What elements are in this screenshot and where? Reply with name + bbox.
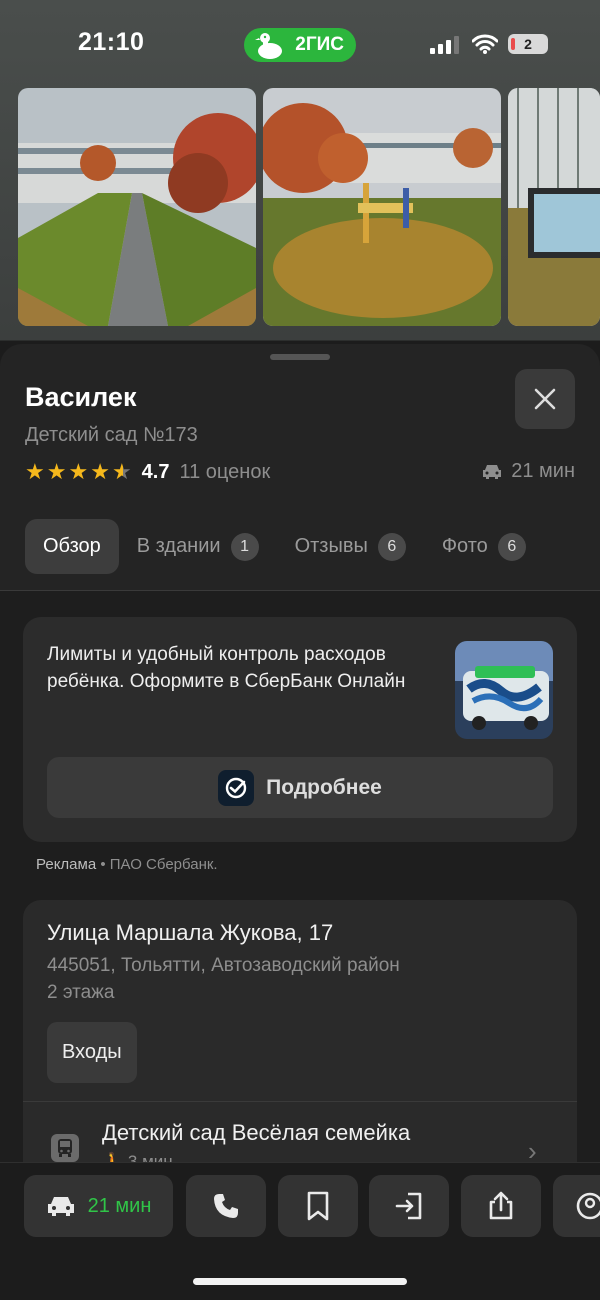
battery-indicator: 2 xyxy=(508,34,548,54)
ad-button-label: Подробнее xyxy=(266,775,382,799)
battery-level: 2 xyxy=(524,36,532,52)
goose-icon xyxy=(255,33,282,59)
app-badge[interactable]: 2ГИС xyxy=(244,28,356,62)
ad-disclaimer: Реклама • ПАО Сбербанк. xyxy=(36,856,218,873)
app-badge-label: 2ГИС xyxy=(295,34,344,55)
address-divider xyxy=(23,1101,577,1102)
photo-gallery[interactable] xyxy=(18,88,600,326)
drive-eta-label: 21 мин xyxy=(511,460,575,482)
drag-handle[interactable] xyxy=(270,354,330,360)
ad-image[interactable] xyxy=(455,641,553,739)
phone-icon xyxy=(214,1194,238,1218)
home-indicator[interactable] xyxy=(193,1278,407,1285)
screen: 21:10 2ГИС 2 Василек Детский сад №173 ★ … xyxy=(0,0,600,1300)
profile-button[interactable] xyxy=(553,1175,600,1237)
ad-label: Реклама xyxy=(36,856,97,873)
address-details: 445051, Тольятти, Автозаводский район xyxy=(47,955,400,976)
battery-level-bar xyxy=(511,38,515,50)
status-bar: 21:10 2ГИС 2 xyxy=(0,0,600,88)
tab-reviews[interactable]: Отзывы 6 xyxy=(277,519,424,574)
tab-in-building[interactable]: В здании 1 xyxy=(119,519,277,574)
rating-stars: ★ ★ ★ ★ ★ xyxy=(25,461,132,483)
close-icon xyxy=(534,388,556,410)
nearby-place-name[interactable]: Детский сад Весёлая семейка xyxy=(102,1120,410,1146)
drive-eta[interactable]: 21 мин xyxy=(481,460,575,483)
wifi-icon xyxy=(472,34,498,54)
share-button[interactable] xyxy=(461,1175,541,1237)
ad-more-button[interactable]: Подробнее xyxy=(47,757,553,818)
entrances-button[interactable]: Входы xyxy=(47,1022,137,1083)
ad-card[interactable]: Лимиты и удобный контроль расходов ребён… xyxy=(23,617,577,842)
place-card: Василек Детский сад №173 ★ ★ ★ ★ ★ 4.7 1… xyxy=(0,344,600,1300)
bookmark-icon xyxy=(307,1191,329,1221)
photo-1[interactable] xyxy=(18,88,256,326)
status-time: 21:10 xyxy=(78,28,145,56)
tab-count-badge: 6 xyxy=(377,532,406,561)
half-star-icon: ★ xyxy=(111,459,132,484)
photo-2[interactable] xyxy=(263,88,501,326)
entrance-button[interactable] xyxy=(369,1175,449,1237)
car-icon xyxy=(483,464,502,479)
tab-count-badge: 1 xyxy=(230,532,259,561)
entrance-icon xyxy=(395,1192,422,1220)
star-icon: ★ xyxy=(46,459,67,484)
call-button[interactable] xyxy=(186,1175,266,1237)
reviews-count: 11 оценок xyxy=(179,460,271,483)
tab-count-badge: 6 xyxy=(497,532,526,561)
star-icon: ★ xyxy=(90,459,110,484)
close-button[interactable] xyxy=(515,369,575,429)
cellular-signal-icon xyxy=(430,36,459,54)
route-time: 21 мин xyxy=(87,1194,152,1217)
tab-overview[interactable]: Обзор xyxy=(25,519,119,574)
tab-label: Фото xyxy=(441,535,488,557)
ad-text: Лимиты и удобный контроль расходов ребён… xyxy=(47,644,406,692)
address-street[interactable]: Улица Маршала Жукова, 17 xyxy=(47,920,333,946)
user-circle-icon xyxy=(576,1192,600,1220)
tab-photos[interactable]: Фото 6 xyxy=(424,519,544,574)
entrances-label: Входы xyxy=(62,1041,122,1063)
tab-label: В здании xyxy=(136,535,221,557)
bookmark-button[interactable] xyxy=(278,1175,358,1237)
route-button[interactable]: 21 мин xyxy=(24,1175,173,1237)
rating-value: 4.7 xyxy=(141,460,170,483)
place-category: Детский сад №173 xyxy=(25,424,198,446)
tab-bar: Обзор В здании 1 Отзывы 6 Фото 6 xyxy=(25,519,544,574)
ad-sponsor: ПАО Сбербанк. xyxy=(109,856,218,873)
bus-stop-icon xyxy=(51,1134,79,1162)
floors-count: 2 этажа xyxy=(47,982,115,1003)
share-icon xyxy=(489,1191,513,1220)
photo-3[interactable] xyxy=(508,88,600,326)
car-icon xyxy=(47,1197,74,1216)
tab-label: Обзор xyxy=(43,535,101,557)
star-icon: ★ xyxy=(25,459,45,484)
star-icon: ★ xyxy=(68,459,89,484)
place-title: Василек xyxy=(25,382,137,412)
sberbank-logo-icon xyxy=(218,769,255,806)
tab-label: Отзывы xyxy=(294,535,368,557)
